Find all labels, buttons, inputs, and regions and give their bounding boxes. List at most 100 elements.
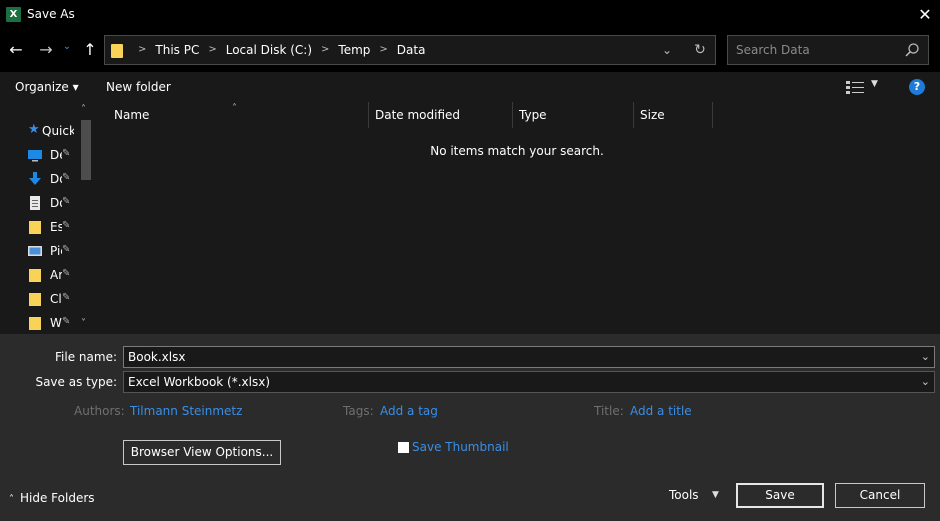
pin-icon: ✎ [62, 292, 71, 303]
folder-icon [29, 221, 41, 234]
file-name-label: File name: [55, 350, 117, 364]
sidebar-item-label: Quick access [42, 124, 74, 138]
pin-icon: ✎ [62, 268, 71, 279]
column-label: Name [114, 108, 150, 122]
toolbar: Organize ▾ New folder ▼ [0, 72, 940, 102]
document-icon [30, 196, 40, 210]
save-thumbnail-label[interactable]: Save Thumbnail [412, 440, 509, 454]
view-dropdown-icon[interactable]: ▼ [871, 79, 878, 89]
search-box[interactable]: Search Data [727, 35, 929, 65]
pin-icon: ✎ [62, 244, 71, 255]
folder-icon [29, 293, 41, 306]
pin-icon: ✎ [62, 172, 71, 183]
column-header-type[interactable]: Type [513, 102, 634, 128]
file-name-value[interactable]: Book.xlsx [128, 350, 185, 364]
sidebar-item-pictures[interactable]: Pictures ✎ [24, 240, 78, 262]
tags-value[interactable]: Add a tag [380, 404, 438, 418]
desktop-icon [28, 150, 42, 162]
excel-icon: X [6, 7, 21, 22]
address-dropdown-icon[interactable]: ⌄ [657, 36, 677, 64]
chevron-right-icon: > [379, 44, 388, 55]
navigation-bar: ← → ⌄ ↑ > This PC > Local Disk (C:) > Te… [0, 30, 940, 72]
empty-message: No items match your search. [430, 144, 604, 158]
chevron-down-icon[interactable]: ⌄ [921, 372, 930, 392]
tools-dropdown-icon[interactable]: ▼ [712, 490, 719, 500]
chevron-right-icon: > [138, 44, 147, 55]
breadcrumb-local-disk[interactable]: Local Disk (C:) [226, 36, 312, 64]
up-button[interactable]: ↑ [80, 39, 100, 61]
breadcrumb-data[interactable]: Data [397, 36, 426, 64]
pin-icon: ✎ [62, 148, 71, 159]
save-type-select[interactable]: Excel Workbook (*.xlsx) ⌄ [123, 371, 935, 393]
pin-icon: ✎ [62, 196, 71, 207]
new-folder-button[interactable]: New folder [106, 80, 171, 94]
chevron-up-icon: ˄ [9, 494, 14, 505]
sidebar-scrollbar[interactable]: ˄ ˅ [78, 102, 94, 334]
title-bar: X Save As ✕ [0, 0, 940, 30]
help-icon[interactable]: ? [909, 79, 925, 95]
forward-button[interactable]: → [36, 39, 56, 61]
sidebar-item-folder[interactable]: W ✎ [24, 312, 78, 334]
save-button[interactable]: Save [736, 483, 824, 508]
close-button[interactable]: ✕ [910, 0, 940, 30]
sidebar-item-label: Ar [50, 268, 62, 282]
view-options-icon[interactable] [846, 80, 864, 94]
tools-button[interactable]: Tools [669, 488, 699, 502]
chevron-right-icon: > [208, 44, 217, 55]
title-label: Title: [594, 404, 624, 418]
recent-locations-button[interactable]: ⌄ [60, 36, 74, 58]
refresh-icon[interactable]: ↻ [689, 36, 711, 64]
save-thumbnail-checkbox[interactable] [398, 442, 409, 453]
save-type-label: Save as type: [35, 375, 117, 389]
pin-icon: ✎ [62, 316, 71, 327]
browser-view-options-button[interactable]: Browser View Options... [123, 440, 281, 465]
file-name-field[interactable]: Book.xlsx ⌄ [123, 346, 935, 368]
chevron-down-icon[interactable]: ⌄ [921, 347, 930, 367]
file-list: Name ˄ Date modified Type Size No items … [94, 102, 940, 334]
sidebar-item-label: Desktop [50, 148, 62, 162]
window-title: Save As [27, 7, 75, 21]
sidebar-item-documents[interactable]: Documents ✎ [24, 192, 78, 214]
search-icon[interactable] [904, 42, 920, 58]
hide-folders-button[interactable]: ˄ Hide Folders [9, 491, 95, 505]
chevron-right-icon: > [321, 44, 330, 55]
sidebar-item-label: Downloads [50, 172, 62, 186]
pin-icon: ✎ [62, 220, 71, 231]
authors-value[interactable]: Tilmann Steinmetz [130, 404, 242, 418]
address-bar[interactable]: > This PC > Local Disk (C:) > Temp > Dat… [104, 35, 716, 65]
title-value[interactable]: Add a title [630, 404, 692, 418]
sidebar-item-downloads[interactable]: Downloads ✎ [24, 168, 78, 190]
organize-button[interactable]: Organize ▾ [15, 80, 79, 94]
folder-icon [29, 269, 41, 282]
search-input[interactable]: Search Data [736, 43, 810, 57]
save-form-panel: File name: Book.xlsx ⌄ Save as type: Exc… [0, 334, 940, 521]
pictures-icon [28, 246, 42, 256]
column-header-size[interactable]: Size [634, 102, 713, 128]
scrollbar-thumb[interactable] [81, 120, 91, 180]
sidebar-item-label: Pictures [50, 244, 62, 258]
navigation-pane: ★ Quick access Desktop ✎ Downloads ✎ Doc… [0, 102, 94, 334]
sidebar-item-label: Documents [50, 196, 62, 210]
save-type-value: Excel Workbook (*.xlsx) [128, 375, 271, 389]
folder-icon [111, 44, 123, 58]
sidebar-item-folder[interactable]: Ar ✎ [24, 264, 78, 286]
tags-label: Tags: [343, 404, 374, 418]
sidebar-item-label: Es [50, 220, 62, 234]
breadcrumb-this-pc[interactable]: This PC [155, 36, 199, 64]
sidebar-item-folder[interactable]: Es ✎ [24, 216, 78, 238]
sidebar-item-label: W [50, 316, 62, 330]
sidebar-item-desktop[interactable]: Desktop ✎ [24, 144, 78, 166]
scroll-down-icon[interactable]: ˅ [81, 318, 86, 329]
sidebar-item-label: Cl [50, 292, 62, 306]
column-header-name[interactable]: Name ˄ [108, 102, 369, 128]
breadcrumb-temp[interactable]: Temp [338, 36, 370, 64]
sidebar-item-quick-access[interactable]: ★ Quick access [24, 120, 84, 142]
back-button[interactable]: ← [6, 39, 26, 61]
download-icon [29, 172, 41, 185]
scroll-up-icon[interactable]: ˄ [81, 104, 86, 115]
cancel-button[interactable]: Cancel [835, 483, 925, 508]
authors-label: Authors: [74, 404, 125, 418]
star-icon: ★ [28, 122, 40, 137]
sidebar-item-folder[interactable]: Cl ✎ [24, 288, 78, 310]
column-header-date-modified[interactable]: Date modified [369, 102, 513, 128]
